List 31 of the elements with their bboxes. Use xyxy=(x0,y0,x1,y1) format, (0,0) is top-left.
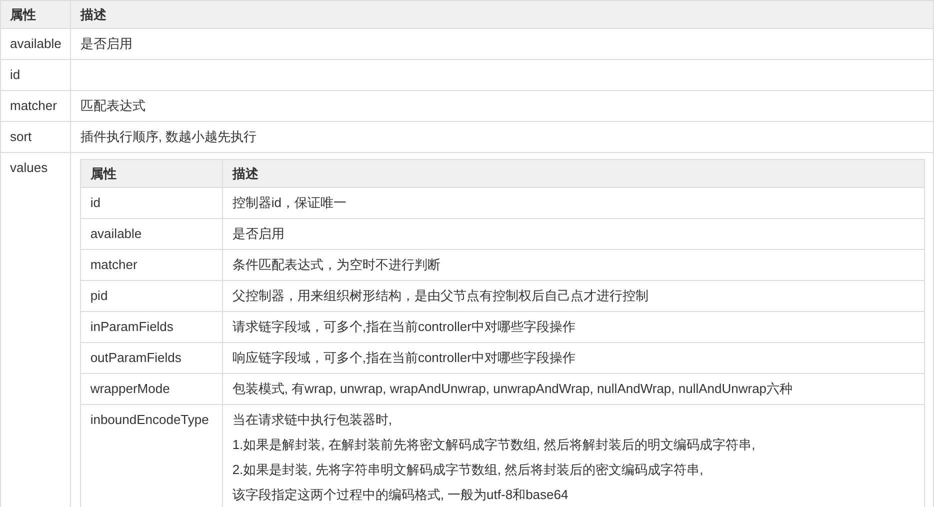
description-text: 包装模式, 有wrap, unwrap, wrapAndUnwrap, unwrapAndWrap, nullAndWrap, nullAndUnwrap六种 xyxy=(232,380,794,398)
property-cell: matcher xyxy=(80,250,223,280)
description-text: 当在请求链中执行包装器时, xyxy=(232,411,393,429)
property-cell: available xyxy=(80,218,223,250)
property-cell: matcher xyxy=(0,90,71,122)
property-cell: inParamFields xyxy=(80,312,223,342)
property-cell: id xyxy=(0,60,71,90)
description-text: 1.如果是解封装, 在解封装前先将密文解码成字节数组, 然后将解封装后的明文编码成字符串, xyxy=(232,436,756,454)
description-text: 父控制器，用来组织树形结构，是由父节点有控制权后自己点才进行控制 xyxy=(232,287,650,305)
property-cell: id xyxy=(80,188,223,218)
property-cell: available xyxy=(0,28,71,60)
column-header: 描述 xyxy=(222,160,924,188)
column-header: 描述 xyxy=(70,0,934,28)
property-cell: sort xyxy=(0,122,71,152)
property-cell: wrapperMode xyxy=(80,374,223,404)
property-cell: outParamFields xyxy=(80,342,223,374)
description-text: 条件匹配表达式，为空时不进行判断 xyxy=(232,256,442,274)
description-text: 该字段指定这两个过程中的编码格式, 一般为utf-8和base64 xyxy=(232,486,570,504)
description-text: 响应链字段域，可多个,指在当前controller中对哪些字段操作 xyxy=(232,349,576,367)
description-text: 是否启用 xyxy=(80,35,134,53)
column-header: 属性 xyxy=(80,160,223,188)
description-text: 插件执行顺序, 数越小越先执行 xyxy=(80,128,258,146)
description-text: 匹配表达式 xyxy=(80,97,146,115)
property-cell: pid xyxy=(80,280,223,312)
description-text: 是否启用 xyxy=(232,225,286,243)
description-text: 控制器id，保证唯一 xyxy=(232,194,348,212)
column-header: 属性 xyxy=(0,0,71,28)
description-text: 请求链字段域，可多个,指在当前controller中对哪些字段操作 xyxy=(232,318,576,336)
property-cell: values xyxy=(0,152,71,507)
property-cell: inboundEncodeType xyxy=(80,404,223,507)
description-text: 2.如果是封装, 先将字符串明文解码成字节数组, 然后将封装后的密文编码成字符串, xyxy=(232,461,704,479)
